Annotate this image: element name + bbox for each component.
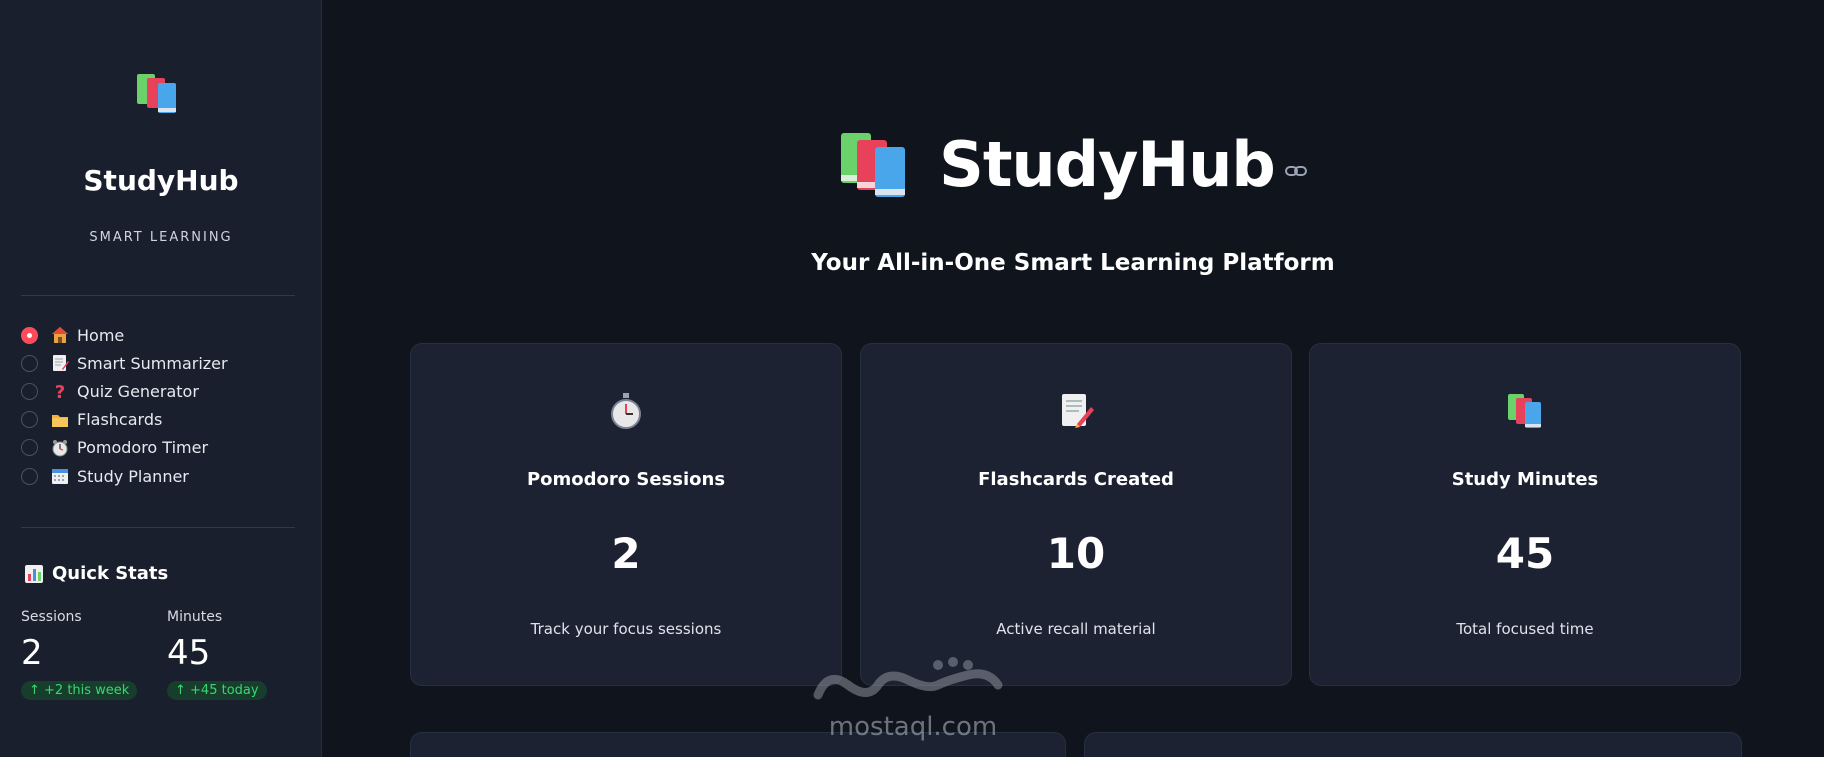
card-title: Study Minutes bbox=[1451, 469, 1599, 490]
question-mark-icon: ? bbox=[55, 382, 65, 400]
radio-unselected[interactable] bbox=[21, 411, 38, 429]
watermark-logo bbox=[813, 657, 1003, 700]
card-value: 10 bbox=[1046, 529, 1106, 578]
stat-value: 2 bbox=[21, 633, 43, 673]
card-description: Track your focus sessions bbox=[530, 620, 722, 638]
svg-text:?: ? bbox=[55, 382, 65, 400]
books-icon bbox=[1508, 394, 1541, 428]
folder-icon bbox=[52, 414, 68, 427]
card-value: 45 bbox=[1495, 529, 1555, 578]
nav-item-smart-summarizer[interactable]: Smart Summarizer bbox=[21, 349, 228, 377]
card-description: Total focused time bbox=[1456, 620, 1594, 638]
watermark-text: mostaql.com bbox=[828, 712, 998, 742]
stat-delta-badge: ↑ +2 this week bbox=[21, 681, 138, 700]
sidebar-divider bbox=[21, 527, 295, 528]
card-title: Flashcards Created bbox=[978, 469, 1174, 490]
bar-chart-icon bbox=[25, 564, 43, 583]
books-icon bbox=[841, 132, 906, 197]
nav-item-pomodoro-timer[interactable]: Pomodoro Timer bbox=[21, 434, 228, 462]
memo-icon bbox=[53, 355, 69, 372]
brand-name: StudyHub bbox=[83, 164, 239, 197]
stat-label: Sessions bbox=[21, 609, 82, 625]
nav-item-quiz-generator[interactable]: ? Quiz Generator bbox=[21, 377, 228, 405]
stat-delta-badge: ↑ +45 today bbox=[167, 681, 267, 700]
books-icon bbox=[137, 74, 176, 113]
card-title: Pomodoro Sessions bbox=[526, 469, 726, 490]
memo-icon bbox=[1062, 394, 1094, 428]
radio-selected[interactable] bbox=[21, 326, 38, 344]
calendar-icon bbox=[52, 469, 68, 485]
quick-stats-title: Quick Stats bbox=[24, 563, 168, 584]
nav-label: Quiz Generator bbox=[77, 381, 199, 401]
stat-value: 45 bbox=[167, 633, 211, 673]
card-description: Active recall material bbox=[996, 620, 1156, 638]
nav-item-study-planner[interactable]: Study Planner bbox=[21, 462, 228, 490]
main-content: StudyHub Your All-in-One Smart Learning … bbox=[322, 0, 1824, 757]
stat-sessions: Sessions 2 ↑ +2 this week bbox=[21, 609, 138, 700]
sidebar-divider bbox=[21, 295, 295, 296]
stat-label: Minutes bbox=[167, 609, 223, 625]
stopwatch-icon bbox=[611, 393, 641, 429]
radio-unselected[interactable] bbox=[21, 382, 38, 400]
brand-tagline: SMART LEARNING bbox=[89, 230, 233, 245]
nav-label: Smart Summarizer bbox=[77, 353, 228, 373]
page-subtitle: Your All-in-One Smart Learning Platform bbox=[811, 250, 1335, 276]
link-icon[interactable] bbox=[1284, 164, 1307, 178]
stat-card-pomodoro: Pomodoro Sessions 2 Track your focus ses… bbox=[410, 343, 842, 686]
nav-item-flashcards[interactable]: Flashcards bbox=[21, 406, 228, 434]
radio-unselected[interactable] bbox=[21, 354, 38, 372]
nav-label: Pomodoro Timer bbox=[77, 438, 209, 458]
watermark: mostaql.com bbox=[808, 650, 1018, 742]
page-title: StudyHub bbox=[939, 128, 1276, 201]
nav-item-home[interactable]: Home bbox=[21, 321, 228, 349]
card-value: 2 bbox=[611, 529, 641, 578]
sidebar: StudyHub SMART LEARNING Home Smart Summa… bbox=[0, 0, 322, 757]
stat-card-flashcards: Flashcards Created 10 Active recall mate… bbox=[860, 343, 1292, 686]
nav-label: Home bbox=[77, 325, 125, 345]
hero: StudyHub bbox=[322, 128, 1824, 201]
feature-card bbox=[1084, 732, 1742, 757]
nav-label: Flashcards bbox=[77, 410, 163, 430]
nav-label: Study Planner bbox=[77, 466, 189, 486]
house-icon bbox=[52, 327, 68, 344]
alarm-clock-icon bbox=[52, 439, 68, 457]
stat-minutes: Minutes 45 ↑ +45 today bbox=[167, 609, 267, 700]
quick-stats-label: Quick Stats bbox=[52, 563, 169, 584]
radio-unselected[interactable] bbox=[21, 439, 38, 457]
radio-unselected[interactable] bbox=[21, 467, 38, 485]
sidebar-nav: Home Smart Summarizer ? Quiz Generator F… bbox=[21, 321, 228, 490]
stat-card-study-minutes: Study Minutes 45 Total focused time bbox=[1309, 343, 1741, 686]
